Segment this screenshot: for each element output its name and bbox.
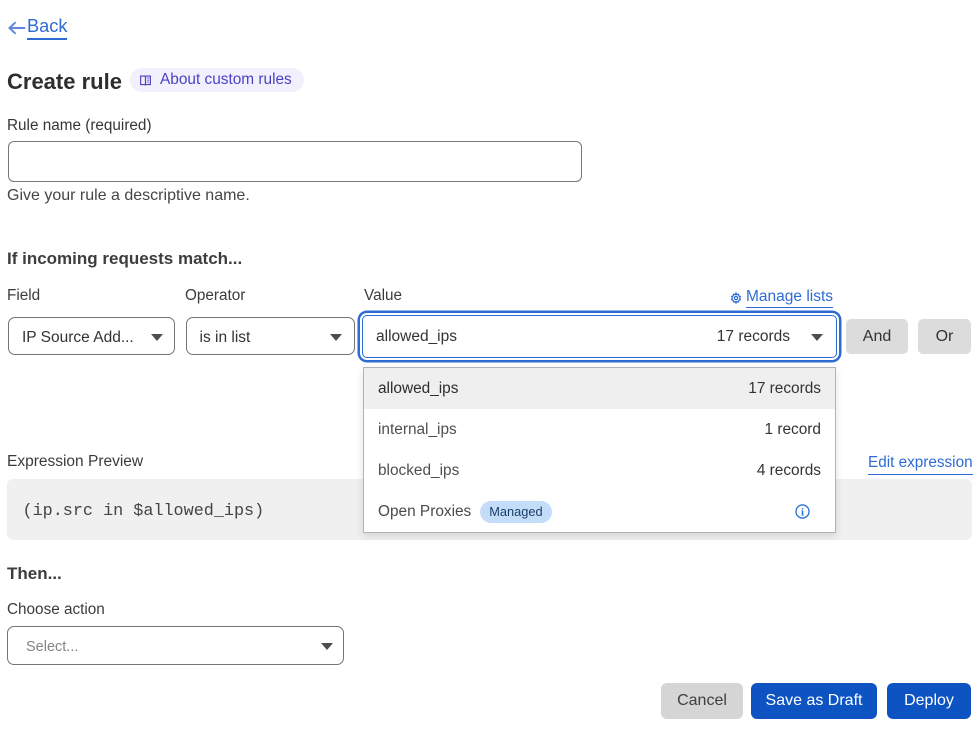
svg-text:i: i [801, 506, 804, 518]
